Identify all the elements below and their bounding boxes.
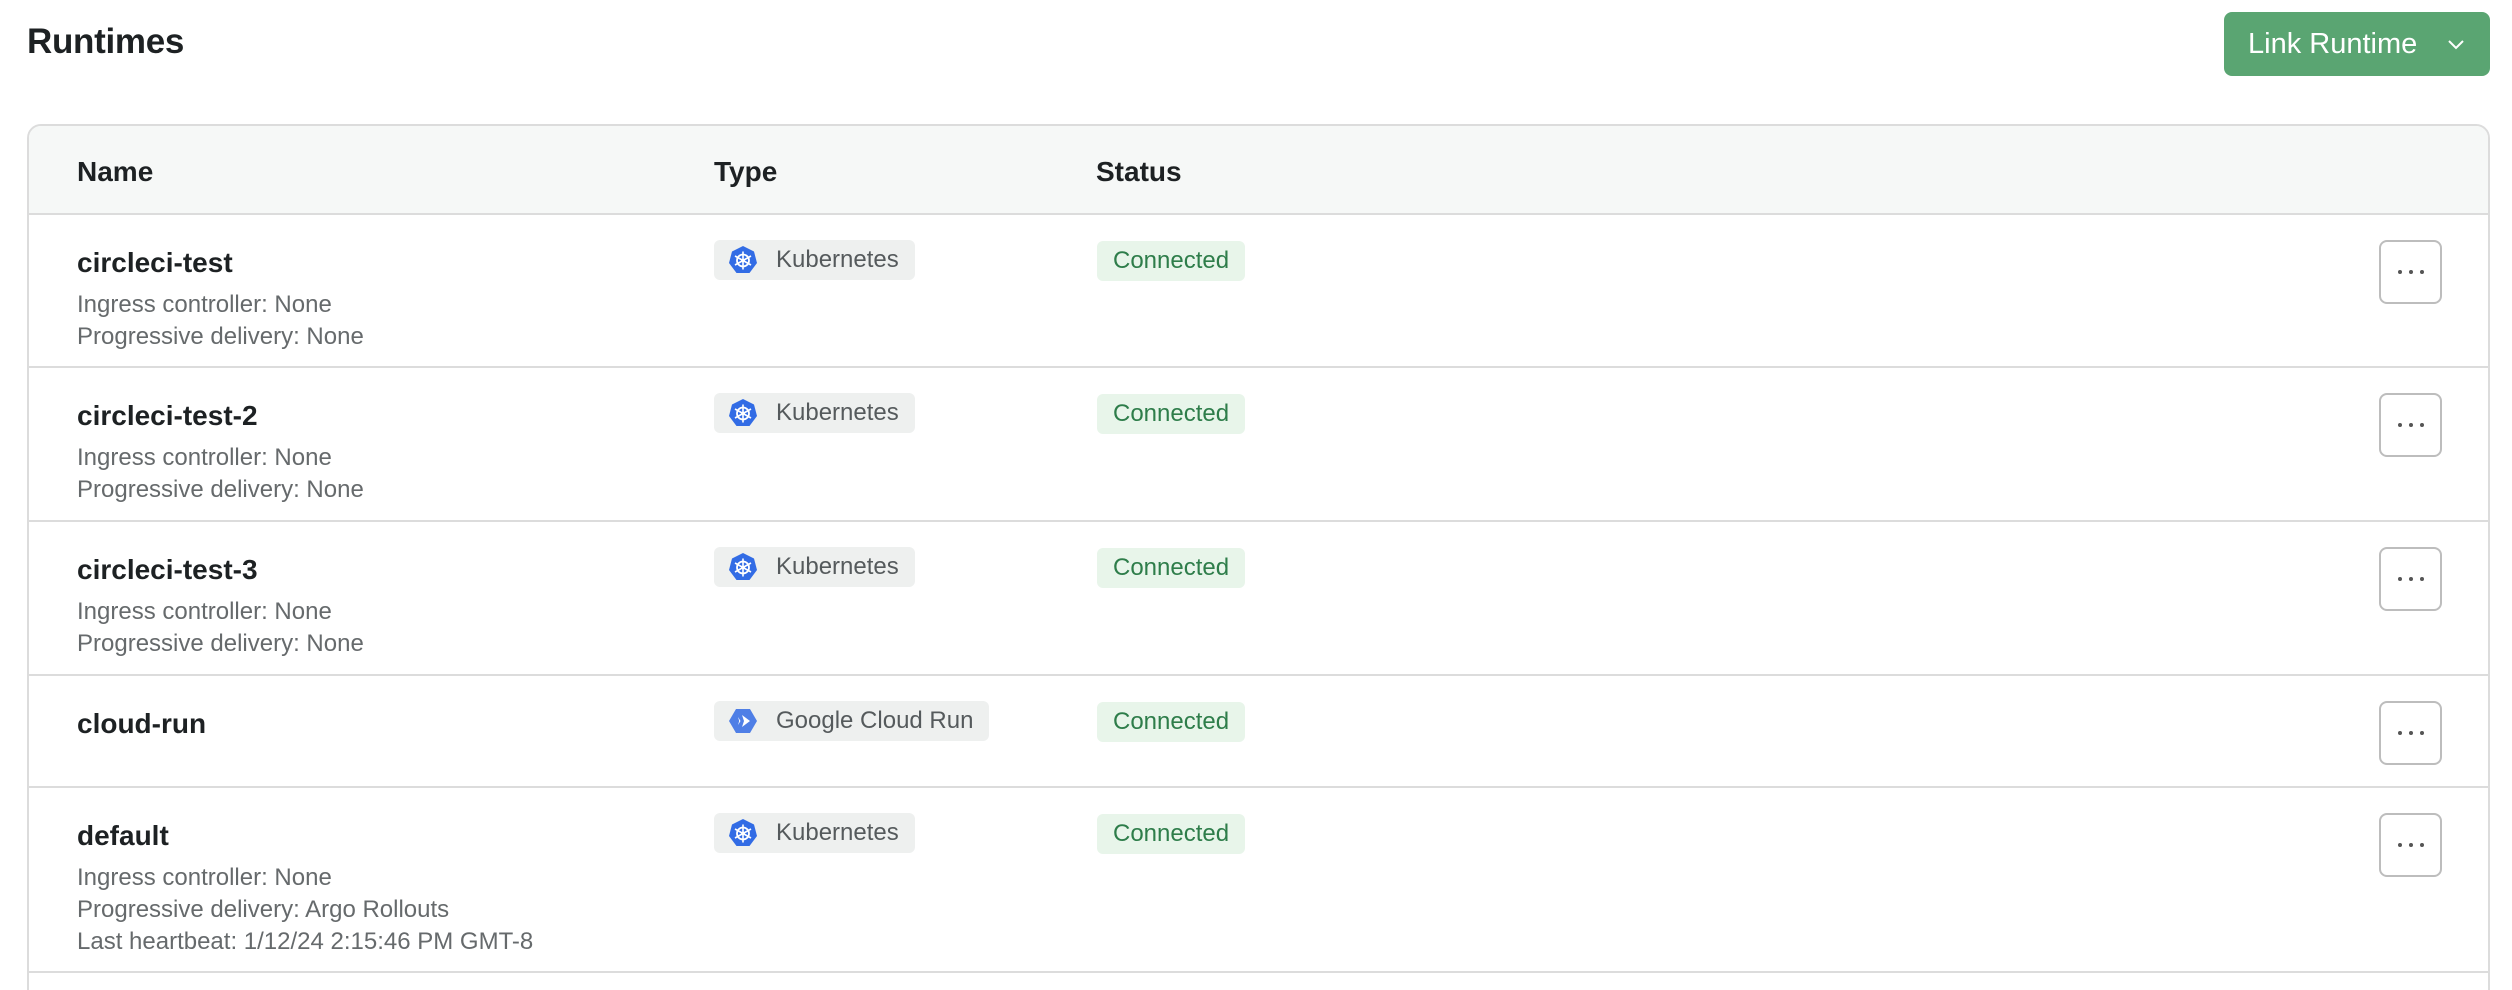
google-cloud-run-icon <box>728 706 776 736</box>
link-runtime-button[interactable]: Link Runtime <box>2224 12 2490 76</box>
page-title: Runtimes <box>27 22 185 61</box>
more-dot <box>2419 270 2424 274</box>
runtime-name[interactable]: circleci-test <box>77 247 233 279</box>
runtime-type-label: Kubernetes <box>776 553 899 580</box>
runtime-type-chip: Google Cloud Run <box>714 701 990 741</box>
more-dot <box>2397 270 2402 274</box>
kubernetes-icon <box>728 552 776 582</box>
status-badge: Connected <box>1097 548 1246 588</box>
runtime-type-label: Google Cloud Run <box>776 707 974 734</box>
runtime-detail: Ingress controller: None <box>77 444 332 471</box>
column-header-name[interactable]: Name <box>77 156 153 188</box>
runtime-name[interactable]: circleci-test-3 <box>77 554 258 586</box>
runtime-type-label: Kubernetes <box>776 399 899 426</box>
runtime-type-label: Kubernetes <box>776 819 899 846</box>
runtime-detail: Progressive delivery: None <box>77 476 364 503</box>
runtime-detail: Progressive delivery: Argo Rollouts <box>77 896 450 923</box>
row-actions-button[interactable] <box>2379 701 2442 765</box>
runtime-type-chip: Kubernetes <box>714 547 915 587</box>
runtime-name[interactable]: cloud-run <box>77 708 206 740</box>
table-row[interactable]: circleci-test-2 Ingress controller: None P… <box>29 368 2488 522</box>
more-dot <box>2408 843 2413 847</box>
more-dot <box>2408 577 2413 581</box>
column-header-status[interactable]: Status <box>1096 156 1182 188</box>
more-dot <box>2397 423 2402 427</box>
runtime-name[interactable]: default <box>77 820 169 852</box>
more-dot <box>2419 731 2424 735</box>
runtime-detail: Ingress controller: None <box>77 864 332 891</box>
status-badge: Connected <box>1097 241 1246 281</box>
runtime-detail: Progressive delivery: None <box>77 630 364 657</box>
link-runtime-label: Link Runtime <box>2248 27 2418 60</box>
runtime-type-chip: Kubernetes <box>714 393 915 433</box>
runtime-type-chip: Kubernetes <box>714 240 915 280</box>
table-header: Name Type Status <box>29 126 2488 215</box>
more-dot <box>2397 731 2402 735</box>
row-actions-button[interactable] <box>2379 240 2442 304</box>
runtimes-table: Name Type Status circleci-test Ingress co… <box>27 124 2490 990</box>
more-dot <box>2408 731 2413 735</box>
kubernetes-icon <box>728 245 776 275</box>
runtime-detail: Last heartbeat: 1/12/24 2:15:46 PM GMT-8 <box>77 928 534 955</box>
kubernetes-icon <box>728 398 776 428</box>
more-dot <box>2397 843 2402 847</box>
table-row[interactable]: cloud-run Google Cloud Run Connected <box>29 676 2488 788</box>
status-badge: Connected <box>1097 814 1246 854</box>
runtime-name[interactable]: circleci-test-2 <box>77 400 258 432</box>
runtime-detail: Ingress controller: None <box>77 291 332 318</box>
status-badge: Connected <box>1097 702 1246 742</box>
more-dot <box>2408 423 2413 427</box>
table-row[interactable]: circleci-test Ingress controller: None Pro… <box>29 215 2488 368</box>
row-actions-button[interactable] <box>2379 813 2442 877</box>
row-actions-button[interactable] <box>2379 393 2442 457</box>
more-dot <box>2419 577 2424 581</box>
more-dot <box>2419 843 2424 847</box>
runtime-type-chip: Kubernetes <box>714 813 915 853</box>
table-row[interactable]: default Ingress controller: None Progressi… <box>29 788 2488 973</box>
chevron-down-icon <box>2448 40 2464 50</box>
runtime-detail: Progressive delivery: None <box>77 323 364 350</box>
row-actions-button[interactable] <box>2379 547 2442 611</box>
table-row[interactable]: circleci-test-3 Ingress controller: None P… <box>29 522 2488 676</box>
more-dot <box>2408 270 2413 274</box>
more-dot <box>2419 423 2424 427</box>
runtime-detail: Ingress controller: None <box>77 598 332 625</box>
more-dot <box>2397 577 2402 581</box>
runtime-type-label: Kubernetes <box>776 246 899 273</box>
column-header-type[interactable]: Type <box>714 156 777 188</box>
status-badge: Connected <box>1097 394 1246 434</box>
kubernetes-icon <box>728 818 776 848</box>
